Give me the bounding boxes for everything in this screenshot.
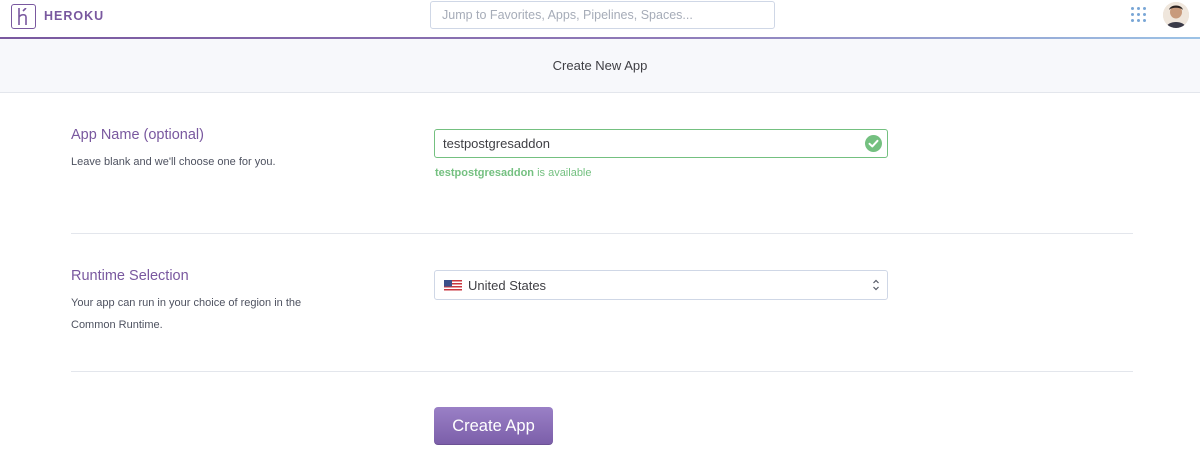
app-name-label: App Name (optional) bbox=[71, 127, 204, 143]
runtime-description: Your app can run in your choice of regio… bbox=[71, 292, 301, 336]
check-icon bbox=[865, 135, 882, 152]
page-header: Create New App bbox=[0, 39, 1200, 93]
select-chevron-icon bbox=[872, 278, 880, 292]
availability-message: testpostgresaddon is available bbox=[435, 167, 592, 179]
brand-name: HEROKU bbox=[44, 9, 105, 23]
heroku-logo-icon bbox=[11, 3, 36, 29]
runtime-label: Runtime Selection bbox=[71, 268, 189, 284]
runtime-description-line-2: Common Runtime. bbox=[71, 319, 163, 331]
top-nav: HEROKU bbox=[0, 0, 1200, 37]
search-box[interactable] bbox=[430, 1, 775, 29]
availability-text: is available bbox=[534, 167, 592, 179]
apps-grid-icon[interactable] bbox=[1131, 7, 1147, 23]
user-avatar[interactable] bbox=[1163, 2, 1189, 28]
region-select[interactable]: United States bbox=[434, 270, 888, 300]
app-name-description: Leave blank and we'll choose one for you… bbox=[71, 156, 276, 168]
section-divider bbox=[71, 233, 1133, 234]
app-name-field[interactable] bbox=[434, 129, 888, 158]
heroku-logo[interactable]: HEROKU bbox=[11, 3, 104, 29]
create-app-button[interactable]: Create App bbox=[434, 407, 553, 445]
search-input[interactable] bbox=[431, 2, 774, 28]
availability-app-name: testpostgresaddon bbox=[435, 167, 535, 179]
app-name-input[interactable] bbox=[435, 130, 887, 157]
page-title: Create New App bbox=[552, 58, 648, 73]
section-divider bbox=[71, 371, 1133, 372]
us-flag-icon bbox=[444, 279, 462, 292]
runtime-description-line-1: Your app can run in your choice of regio… bbox=[71, 297, 302, 309]
selected-region: United States bbox=[468, 278, 547, 293]
